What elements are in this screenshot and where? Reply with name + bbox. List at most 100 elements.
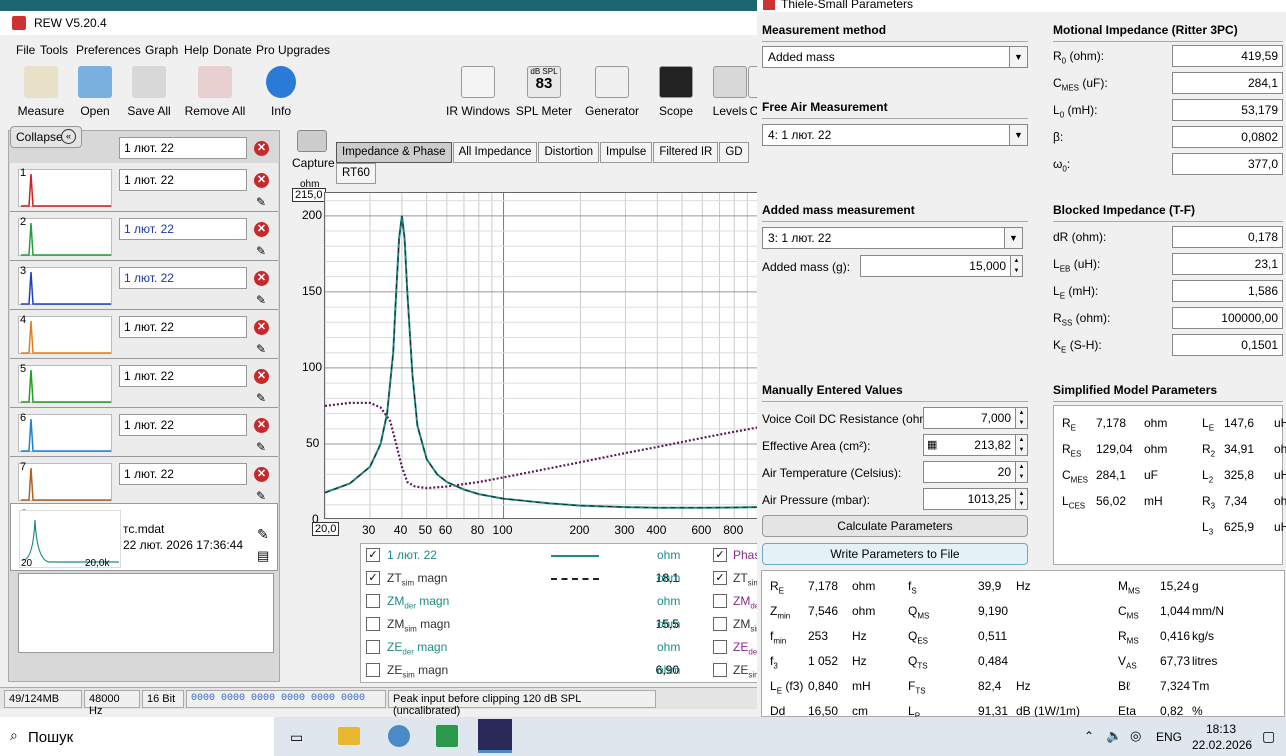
network-app-icon[interactable] <box>388 725 410 747</box>
measurement-row[interactable]: 2 1 лют. 22 ✕ ✎ <box>10 212 278 261</box>
delete-icon[interactable]: ✕ <box>254 222 269 237</box>
measurement-name-input[interactable]: 1 лют. 22 <box>119 169 247 191</box>
edit-icon[interactable]: ✎ <box>256 293 266 307</box>
search-box[interactable]: ⌕ Пошук <box>0 717 274 756</box>
measurement-row[interactable]: 5 1 лют. 22 ✕ ✎ <box>10 359 278 408</box>
remove-all-button[interactable]: Remove All <box>180 64 250 120</box>
spinner-icon[interactable]: ▲ ▼ <box>1015 489 1027 509</box>
tab-filtered-ir[interactable]: Filtered IR <box>653 142 719 163</box>
edit-icon[interactable]: ✎ <box>256 489 266 503</box>
param-value[interactable]: 0,178 <box>1172 226 1283 248</box>
spl-meter-button[interactable]: dB SPL 83 SPL Meter <box>512 64 576 120</box>
info-button[interactable]: Info <box>246 64 316 120</box>
measurement-name-input[interactable]: 1 лют. 22 <box>119 218 247 240</box>
param-value[interactable]: 0,1501 <box>1172 334 1283 356</box>
notes-icon[interactable]: ▤ <box>257 548 269 564</box>
checkbox[interactable] <box>366 663 380 677</box>
tab-gd[interactable]: GD <box>719 142 749 163</box>
measurement-name-input[interactable]: 1 лют. 22 <box>119 463 247 485</box>
checkbox[interactable]: ✓ <box>713 548 727 562</box>
param-value[interactable]: 23,1 <box>1172 253 1283 275</box>
tab-all-impedance[interactable]: All Impedance <box>452 142 538 163</box>
tab-distortion[interactable]: Distortion <box>538 142 600 163</box>
checkbox[interactable] <box>713 617 727 631</box>
capture-button[interactable]: Capture <box>292 128 335 172</box>
param-value[interactable]: 1,586 <box>1172 280 1283 302</box>
globe-icon[interactable]: ◎ <box>1130 728 1141 744</box>
manual-input[interactable]: 20 ▲ ▼ <box>923 461 1028 483</box>
store-icon[interactable] <box>436 725 458 747</box>
checkbox[interactable]: ✓ <box>713 571 727 585</box>
tab-impedance-phase[interactable]: Impedance & Phase <box>336 142 452 163</box>
free-air-select[interactable]: 4: 1 лют. 22 ▼ <box>762 124 1028 146</box>
clock-time[interactable]: 18:13 <box>1206 722 1236 736</box>
delete-icon[interactable]: ✕ <box>254 320 269 335</box>
edit-icon[interactable]: ✎ <box>256 391 266 405</box>
delete-icon[interactable]: ✕ <box>254 369 269 384</box>
calculator-icon[interactable]: ▦ <box>927 438 937 451</box>
measurement-row[interactable]: 4 1 лют. 22 ✕ ✎ <box>10 310 278 359</box>
spinner-icon[interactable]: ▲ ▼ <box>1015 435 1027 455</box>
checkbox[interactable] <box>366 640 380 654</box>
edit-icon[interactable]: ✎ <box>256 195 266 209</box>
rew-taskbar-icon[interactable] <box>478 719 512 753</box>
checkbox[interactable]: ✓ <box>366 548 380 562</box>
added-mass-input[interactable]: 15,000 ▲ ▼ <box>860 255 1023 277</box>
measurement-name-input[interactable]: 1 лют. 22 <box>119 414 247 436</box>
measurement-row[interactable]: 1 1 лют. 22 ✕ ✎ <box>10 163 278 212</box>
param-value[interactable]: 419,59 <box>1172 45 1283 67</box>
save-all-button[interactable]: Save All <box>114 64 184 120</box>
delete-icon[interactable]: ✕ <box>254 173 269 188</box>
checkbox[interactable]: ✓ <box>366 571 380 585</box>
measurement-row[interactable]: 6 1 лют. 22 ✕ ✎ <box>10 408 278 457</box>
clock-date[interactable]: 22.02.2026 <box>1192 738 1252 752</box>
edit-icon[interactable]: ✎ <box>257 526 269 543</box>
checkbox[interactable] <box>713 663 727 677</box>
menu-file[interactable]: File <box>16 43 35 57</box>
calculate-parameters-button[interactable]: Calculate Parameters <box>762 515 1028 537</box>
menu-tools[interactable]: Tools <box>40 43 68 57</box>
measurement-row[interactable]: 7 1 лют. 22 ✕ ✎ <box>10 457 278 506</box>
language-indicator[interactable]: ENG <box>1156 730 1182 744</box>
tab-impulse[interactable]: Impulse <box>600 142 653 163</box>
menu-help[interactable]: Help <box>184 43 209 57</box>
impedance-plot[interactable] <box>324 192 758 519</box>
notification-icon[interactable]: ▢ <box>1262 728 1275 745</box>
param-value[interactable]: 284,1 <box>1172 72 1283 94</box>
measurement-method-select[interactable]: Added mass ▼ <box>762 46 1028 68</box>
write-parameters-button[interactable]: Write Parameters to File <box>762 543 1028 565</box>
delete-icon[interactable]: ✕ <box>254 418 269 433</box>
file-explorer-icon[interactable] <box>338 727 360 745</box>
tab-rt60[interactable]: RT60 <box>336 163 376 184</box>
y-top-value[interactable]: 215,0 <box>292 188 326 202</box>
delete-icon[interactable]: ✕ <box>254 271 269 286</box>
spinner-icon[interactable]: ▲ ▼ <box>1015 408 1027 428</box>
delete-icon[interactable]: ✕ <box>254 467 269 482</box>
param-value[interactable]: 53,179 <box>1172 99 1283 121</box>
checkbox[interactable] <box>366 617 380 631</box>
spinner-icon[interactable]: ▲ ▼ <box>1010 256 1022 276</box>
added-mass-select[interactable]: 3: 1 лют. 22 ▼ <box>762 227 1023 249</box>
param-value[interactable]: 0,0802 <box>1172 126 1283 148</box>
menu-donate[interactable]: Donate <box>213 43 252 57</box>
measurement-row[interactable]: 3 1 лют. 22 ✕ ✎ <box>10 261 278 310</box>
menu-preferences[interactable]: Preferences <box>76 43 141 57</box>
manual-input[interactable]: 1013,25 ▲ ▼ <box>923 488 1028 510</box>
spinner-icon[interactable]: ▲ ▼ <box>1015 462 1027 482</box>
checkbox[interactable] <box>713 594 727 608</box>
chevron-up-icon[interactable]: ⌃ <box>1084 729 1094 743</box>
checkbox[interactable] <box>366 594 380 608</box>
param-value[interactable]: 377,0 <box>1172 153 1283 175</box>
edit-icon[interactable]: ✎ <box>256 342 266 356</box>
param-value[interactable]: 100000,00 <box>1172 307 1283 329</box>
notes-area[interactable] <box>18 573 274 653</box>
volume-icon[interactable]: 🔈 <box>1106 728 1122 744</box>
measurement-name-input[interactable]: 1 лют. 22 <box>119 267 247 289</box>
ir-windows-button[interactable]: IR Windows <box>446 64 510 120</box>
measurement-name-input[interactable]: 1 лют. 22 <box>119 137 247 159</box>
checkbox[interactable] <box>713 640 727 654</box>
menu-graph[interactable]: Graph <box>145 43 178 57</box>
selected-measurement[interactable]: 8 20 20,0k тс.mdat 22 лют. 2026 17:36:44… <box>10 503 278 571</box>
task-view-icon[interactable]: ▭ <box>290 729 303 746</box>
edit-icon[interactable]: ✎ <box>256 244 266 258</box>
